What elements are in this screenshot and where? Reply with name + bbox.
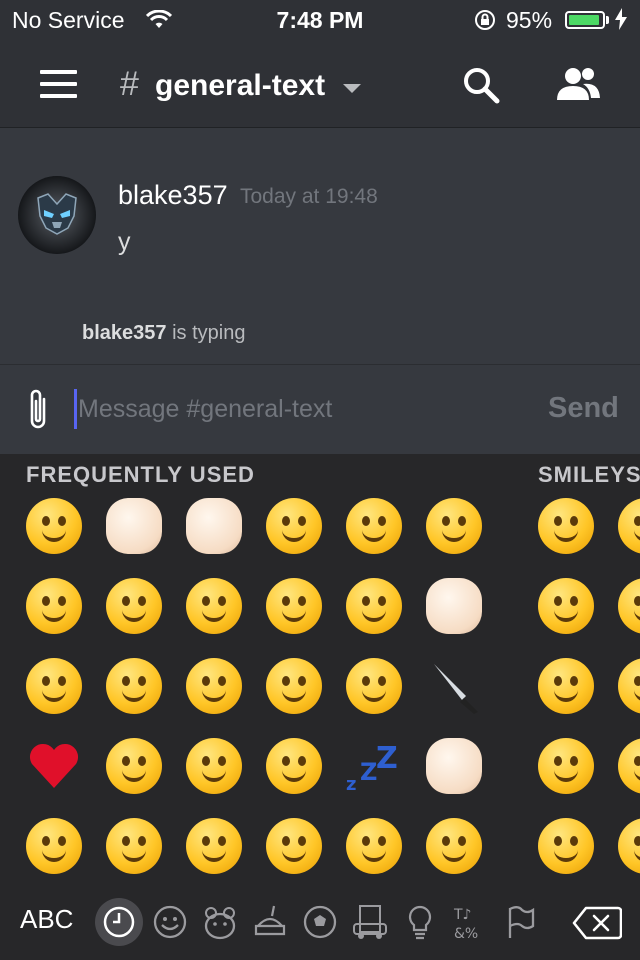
- message-timestamp: Today at 19:48: [240, 185, 378, 208]
- charging-bolt-icon: [615, 8, 627, 36]
- face-blowing-a-kiss[interactable]: [106, 818, 162, 874]
- disappointed-face[interactable]: [266, 658, 322, 714]
- typing-indicator: blake357 is typing: [82, 322, 245, 345]
- kitchen-knife[interactable]: [426, 658, 482, 714]
- hamburger-menu-icon[interactable]: [40, 70, 77, 98]
- travel-icon[interactable]: [350, 902, 390, 942]
- lightbulb-icon[interactable]: [400, 902, 440, 942]
- smileys-partial-grinning-face[interactable]: [618, 498, 640, 554]
- chevron-down-icon[interactable]: [343, 84, 361, 93]
- winking-face[interactable]: [186, 658, 242, 714]
- face-with-tongue[interactable]: [26, 818, 82, 874]
- red-heart[interactable]: [26, 738, 82, 794]
- slightly-smiling-face[interactable]: [426, 498, 482, 554]
- smileys-face-with-tears-of-joy[interactable]: [538, 738, 594, 794]
- animal-icon[interactable]: [200, 902, 240, 942]
- confused-face[interactable]: [186, 818, 242, 874]
- winking-face-with-tongue[interactable]: [186, 738, 242, 794]
- expressionless-face[interactable]: [26, 658, 82, 714]
- smirking-face[interactable]: [106, 658, 162, 714]
- emoji-keyboard: FREQUENTLY USED SMILEYS zZZ ABC T♪ &%: [0, 454, 640, 960]
- smiley-icon[interactable]: [150, 902, 190, 942]
- battery-icon: [565, 11, 605, 29]
- confounded-face[interactable]: [346, 498, 402, 554]
- food-icon[interactable]: [250, 902, 290, 942]
- smileys-grinning-face-with-big-eyes[interactable]: [538, 818, 594, 874]
- abc-key[interactable]: ABC: [20, 904, 73, 935]
- flag-icon[interactable]: [500, 902, 540, 942]
- battery-tip: [606, 16, 609, 24]
- thumbs-up[interactable]: [106, 498, 162, 554]
- message-author[interactable]: blake357: [118, 180, 228, 211]
- grinning-face-with-big-eyes[interactable]: [426, 818, 482, 874]
- smileys-partial-face-with-tears-of-joy[interactable]: [618, 738, 640, 794]
- smileys-partial-grimacing-face[interactable]: [618, 578, 640, 634]
- status-bar: No Service 7:48 PM 95%: [0, 0, 640, 40]
- svg-text:z: z: [346, 774, 356, 794]
- face-screaming-in-fear[interactable]: [346, 658, 402, 714]
- smileys-partial-grinning-face-with-big-eyes[interactable]: [618, 818, 640, 874]
- smileys-grinning-face[interactable]: [538, 498, 594, 554]
- recent-clock-icon[interactable]: [95, 898, 143, 946]
- unamused-face[interactable]: [266, 498, 322, 554]
- emoji-grid: zZZ: [0, 496, 640, 896]
- message-list: blake357 Today at 19:48 y blake357 is ty…: [0, 128, 640, 364]
- paperclip-icon[interactable]: [24, 387, 52, 438]
- message-input[interactable]: [78, 385, 528, 433]
- face-with-tears-of-joy[interactable]: [26, 498, 82, 554]
- channel-hash-symbol: #: [120, 65, 139, 103]
- symbols-icon[interactable]: T♪ &%: [450, 902, 490, 942]
- members-icon[interactable]: [553, 64, 603, 109]
- anxious-face-with-sweat[interactable]: [266, 818, 322, 874]
- clapping-hands[interactable]: [426, 738, 482, 794]
- discord-mobile-screen: No Service 7:48 PM 95% # general-text bl…: [0, 0, 640, 960]
- message-composer: Send: [0, 364, 640, 454]
- battery-level-fill: [569, 15, 600, 25]
- typing-suffix: is typing: [172, 322, 246, 344]
- rotation-lock-icon: [473, 8, 497, 38]
- avatar[interactable]: [18, 176, 96, 254]
- keyboard-toolbar: ABC T♪ &%: [0, 890, 640, 960]
- text-cursor: [74, 389, 77, 429]
- sleeping-face[interactable]: [346, 818, 402, 874]
- section-header-frequently-used: FREQUENTLY USED: [26, 462, 255, 487]
- battery-percent: 95%: [506, 7, 553, 33]
- zzz[interactable]: zZZ: [346, 738, 402, 795]
- ball-icon[interactable]: [300, 902, 340, 942]
- backspace-icon[interactable]: [572, 906, 623, 945]
- loudly-crying-face[interactable]: [186, 578, 242, 634]
- channel-header: # general-text: [0, 40, 640, 128]
- smileys-beaming-face[interactable]: [538, 658, 594, 714]
- svg-text:T♪: T♪: [453, 907, 472, 923]
- waving-hand[interactable]: [426, 578, 482, 634]
- ok-hand[interactable]: [186, 498, 242, 554]
- thinking-face[interactable]: [26, 578, 82, 634]
- smileys-grimacing-face[interactable]: [538, 578, 594, 634]
- weary-face[interactable]: [266, 738, 322, 794]
- message-text: y: [118, 228, 131, 256]
- svg-text:Z: Z: [376, 741, 398, 776]
- typing-user: blake357: [82, 322, 167, 344]
- svg-text:&%: &%: [454, 926, 478, 942]
- channel-name[interactable]: general-text: [155, 69, 325, 103]
- smiling-face-with-heart-eyes[interactable]: [106, 738, 162, 794]
- frowning-face-with-open-mouth[interactable]: [266, 578, 322, 634]
- smileys-partial-beaming-face[interactable]: [618, 658, 640, 714]
- section-header-smileys: SMILEYS: [538, 462, 640, 487]
- face-without-mouth[interactable]: [346, 578, 402, 634]
- search-icon[interactable]: [462, 66, 500, 109]
- svg-text:Z: Z: [360, 758, 377, 786]
- send-button[interactable]: Send: [548, 392, 619, 425]
- smiling-face-with-smiling-eyes[interactable]: [106, 578, 162, 634]
